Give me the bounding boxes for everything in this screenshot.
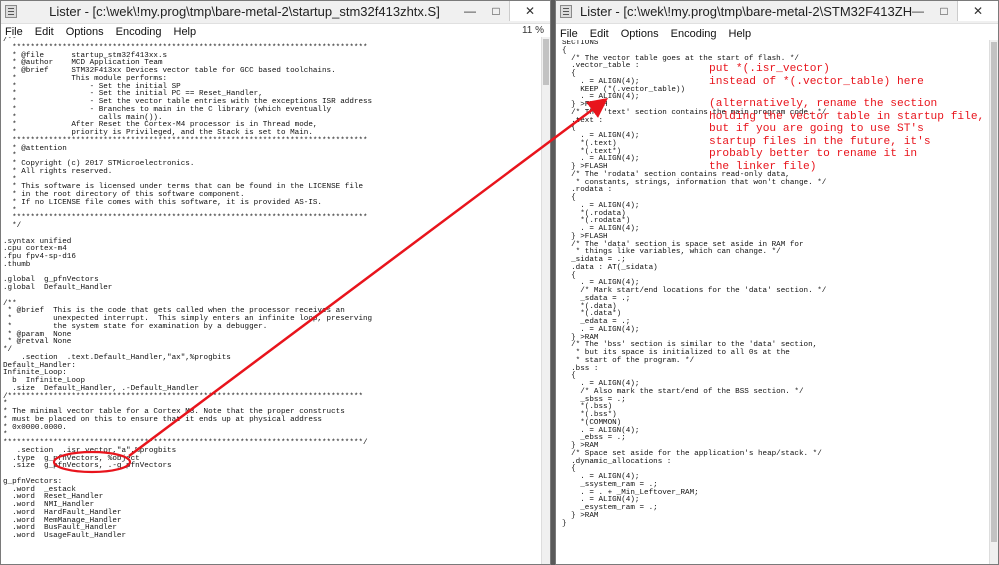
annotation-overlay [52, 98, 609, 474]
annotation-circle-isr-vector [52, 450, 132, 474]
annotation-arrow [128, 98, 609, 458]
